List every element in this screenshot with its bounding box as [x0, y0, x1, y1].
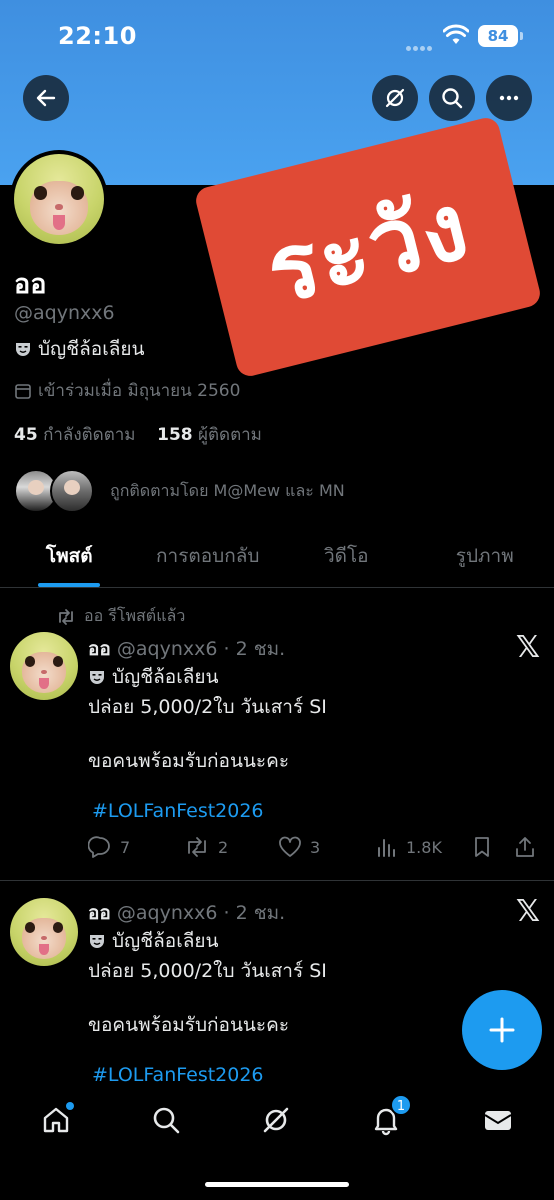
- search-icon: [442, 88, 463, 109]
- post-author-name: ออ: [88, 902, 111, 924]
- post-avatar[interactable]: [10, 632, 78, 700]
- grok-button[interactable]: [372, 75, 418, 121]
- compose-icon: [489, 1017, 515, 1043]
- x-logo-icon: 𝕏: [515, 894, 540, 929]
- post-avatar[interactable]: [10, 898, 78, 966]
- reply-icon: [88, 836, 110, 858]
- post-author-name: ออ: [88, 638, 111, 660]
- post-text-line: ขอคนพร้อมรับก่อนนะคะ: [88, 1014, 290, 1036]
- profile-tabs: โพสต์ การตอบกลับ วิดีโอ รูปภาพ: [0, 532, 554, 588]
- reply-button[interactable]: 7: [88, 836, 130, 858]
- followed-by-text: ถูกติดตามโดย M@Mew และ MN: [110, 480, 345, 500]
- tab-replies[interactable]: การตอบกลับ: [139, 532, 278, 587]
- post-hashtag[interactable]: #LOLFanFest2026: [92, 800, 264, 822]
- repost-indicator-text: ออ รีโพสต์แล้ว: [84, 606, 186, 625]
- parody-label: บัญชีล้อเลียน: [14, 334, 144, 364]
- followed-by-row[interactable]: ถูกติดตามโดย M@Mew และ MN: [14, 468, 345, 514]
- status-bar: 22:10 84: [0, 0, 554, 70]
- post-divider: [0, 880, 554, 881]
- post-author-handle: @aqynxx6: [116, 638, 218, 660]
- home-indicator: [205, 1182, 349, 1187]
- cat-avatar-image: [14, 154, 104, 244]
- notification-badge: 1: [390, 1094, 412, 1116]
- followers-count: 158: [157, 425, 193, 445]
- nav-grok[interactable]: [256, 1100, 296, 1140]
- post-author-handle: @aqynxx6: [116, 902, 218, 924]
- joined-text: เข้าร่วมเมื่อ มิถุนายน 2560: [38, 381, 241, 401]
- profile-avatar[interactable]: [10, 150, 108, 248]
- search-icon: [153, 1107, 180, 1134]
- following-label: กำลังติดตาม: [43, 425, 136, 445]
- home-unread-dot: [66, 1102, 74, 1110]
- tab-videos[interactable]: วิดีโอ: [277, 532, 416, 587]
- more-button[interactable]: [486, 75, 532, 121]
- parody-text: บัญชีล้อเลียน: [38, 338, 145, 360]
- cellular-icon: [406, 36, 434, 51]
- nav-home[interactable]: [36, 1100, 76, 1140]
- battery-icon: 84: [478, 25, 523, 47]
- repost-count: 2: [218, 837, 229, 857]
- status-time: 22:10: [58, 22, 137, 50]
- post-text-line: ปล่อย 5,000/2ใบ วันเสาร์ SI: [88, 696, 327, 718]
- followers-label: ผู้ติดตาม: [198, 425, 262, 445]
- theater-mask-icon: [90, 671, 104, 684]
- nav-messages[interactable]: [478, 1100, 518, 1140]
- back-arrow-icon: [36, 89, 56, 107]
- post-parody-label: บัญชีล้อเลียน: [88, 926, 218, 956]
- warning-stamp-text: ระวัง: [256, 171, 480, 325]
- following-link[interactable]: 45 กำลังติดตาม: [14, 425, 136, 445]
- back-button[interactable]: [23, 75, 69, 121]
- tab-posts[interactable]: โพสต์: [0, 532, 139, 587]
- following-count: 45: [14, 425, 38, 445]
- repost-icon: [188, 837, 206, 857]
- compose-button[interactable]: [462, 990, 542, 1070]
- views-button[interactable]: 1.8K: [376, 836, 442, 858]
- post-parody-label: บัญชีล้อเลียน: [88, 662, 218, 692]
- wifi-icon: [443, 24, 469, 44]
- tab-photos[interactable]: รูปภาพ: [416, 532, 554, 587]
- theater-mask-icon: [16, 343, 30, 356]
- like-icon: [279, 836, 301, 857]
- post-hashtag[interactable]: #LOLFanFest2026: [92, 1064, 264, 1086]
- joined-date: เข้าร่วมเมื่อ มิถุนายน 2560: [14, 377, 240, 404]
- bookmark-icon: [475, 837, 489, 857]
- post-parody-text: บัญชีล้อเลียน: [112, 666, 219, 688]
- follower-avatar: [50, 469, 94, 513]
- repost-icon: [59, 608, 73, 625]
- post-actions: 7 2 3 1.8K: [88, 836, 538, 864]
- profile-handle: @aqynxx6: [14, 302, 115, 324]
- post-header: ออ @aqynxx6 · 2 ชม.: [88, 898, 285, 928]
- x-logo-icon: 𝕏: [515, 630, 540, 665]
- nav-search[interactable]: [146, 1100, 186, 1140]
- nav-notifications[interactable]: 1: [366, 1094, 412, 1140]
- like-button[interactable]: 3: [278, 836, 320, 858]
- repost-button[interactable]: 2: [184, 836, 228, 858]
- post-text-line: ปล่อย 5,000/2ใบ วันเสาร์ SI: [88, 960, 327, 982]
- post-text-line: ขอคนพร้อมรับก่อนนะคะ: [88, 750, 290, 772]
- grok-icon: [263, 1107, 289, 1133]
- post-header: ออ @aqynxx6 · 2 ชม.: [88, 634, 285, 664]
- share-button[interactable]: [514, 836, 536, 858]
- post-time: · 2 ชม.: [223, 902, 286, 924]
- bookmark-button[interactable]: [472, 836, 492, 858]
- follow-stats: 45 กำลังติดตาม 158 ผู้ติดตาม: [14, 421, 262, 448]
- followers-link[interactable]: 158 ผู้ติดตาม: [157, 425, 262, 445]
- repost-indicator: ออ รีโพสต์แล้ว: [56, 604, 185, 629]
- search-button[interactable]: [429, 75, 475, 121]
- profile-name: ออ: [14, 269, 47, 300]
- views-icon: [378, 839, 395, 857]
- views-count: 1.8K: [406, 837, 442, 857]
- mail-icon: [484, 1111, 512, 1130]
- theater-mask-icon: [90, 935, 104, 948]
- post-parody-text: บัญชีล้อเลียน: [112, 930, 219, 952]
- more-icon: [499, 95, 519, 101]
- like-count: 3: [310, 837, 321, 857]
- share-icon: [516, 837, 534, 857]
- reply-count: 7: [120, 837, 131, 857]
- calendar-icon: [15, 383, 31, 399]
- post-time: · 2 ชม.: [223, 638, 286, 660]
- grok-icon: [385, 88, 405, 108]
